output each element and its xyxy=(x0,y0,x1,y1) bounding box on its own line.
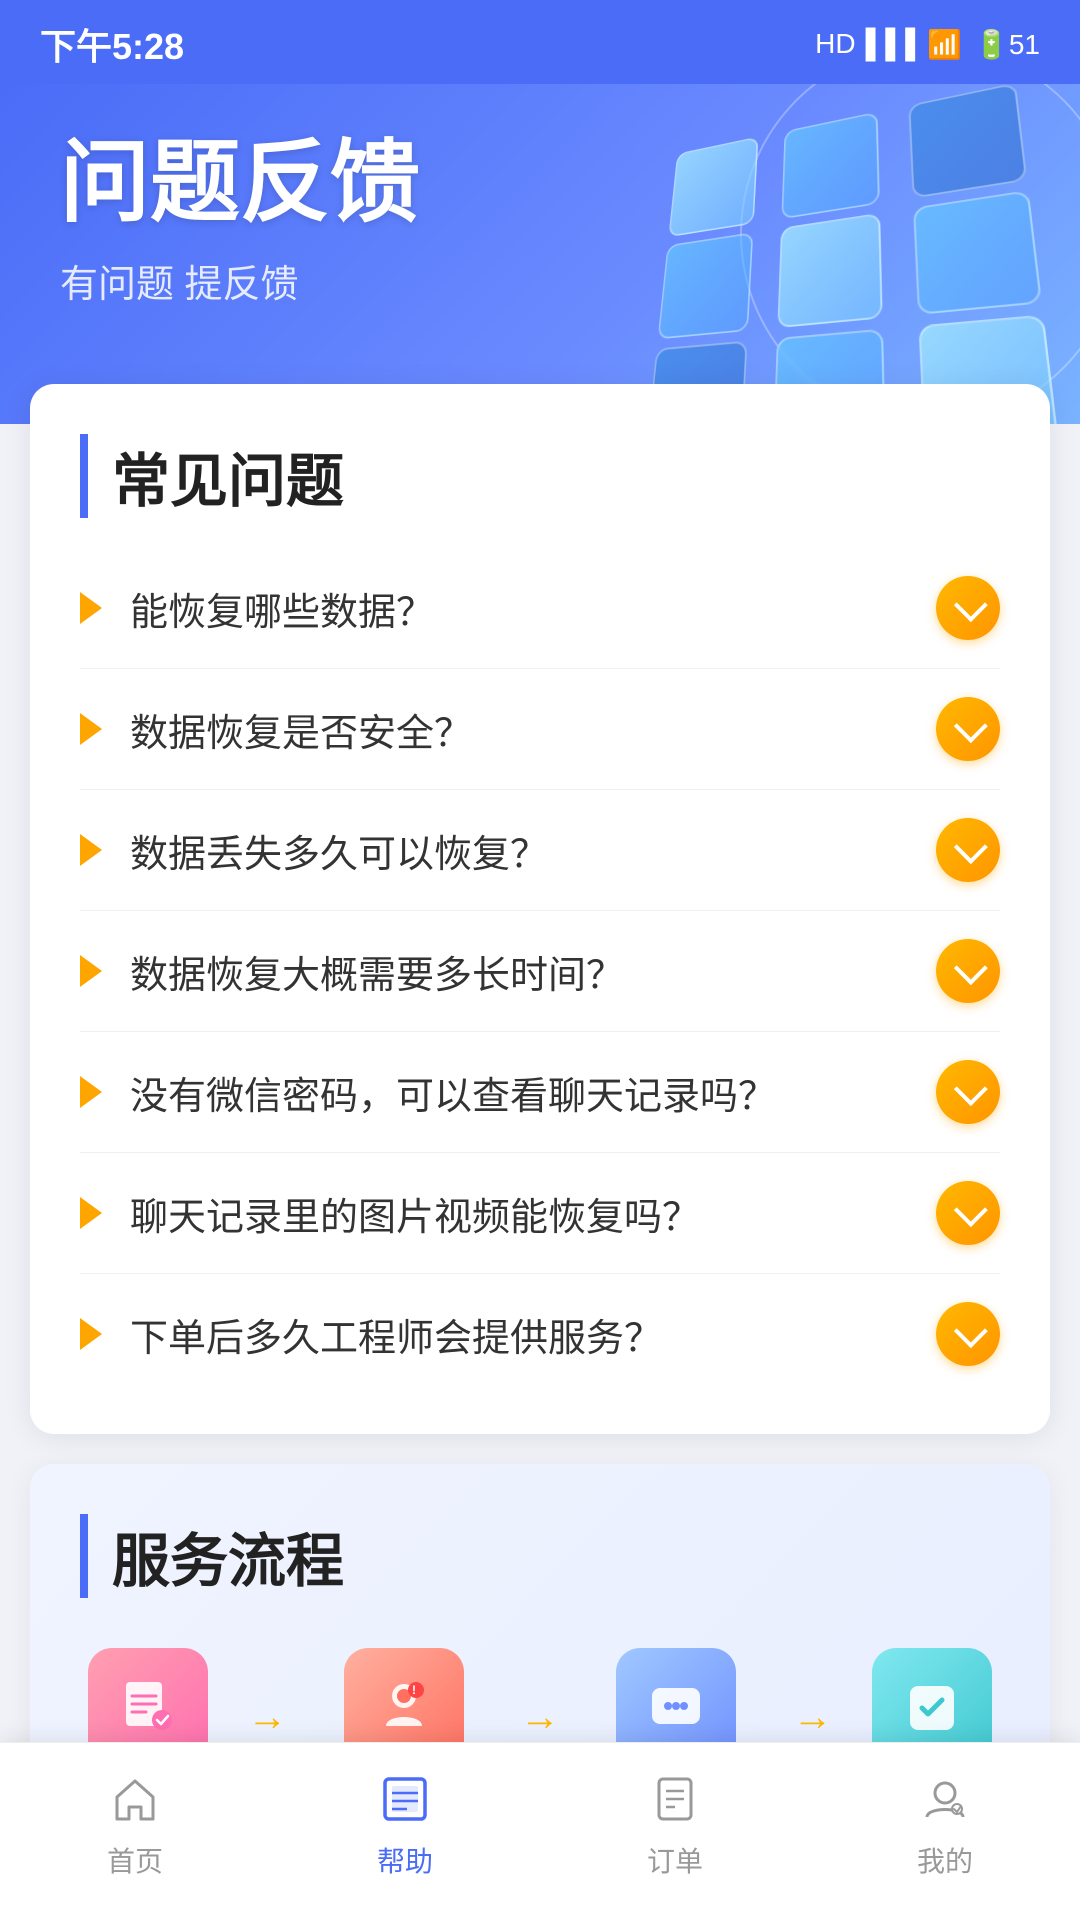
faq-item-3[interactable]: 数据丢失多久可以恢复？ xyxy=(80,790,1000,911)
hero-section: 问题反馈 有问题 提反馈 xyxy=(0,84,1080,424)
home-icon xyxy=(109,1773,161,1830)
step-arrow-2: → xyxy=(520,1695,560,1740)
step-arrow-1: → xyxy=(247,1695,287,1740)
faq-text-3: 数据丢失多久可以恢复？ xyxy=(130,823,548,878)
faq-card: 常见问题 能恢复哪些数据？ 数据恢复是否安全？ 数据丢失多久可以恢复？ xyxy=(30,384,1050,1434)
nav-mine-label: 我的 xyxy=(917,1840,973,1880)
faq-item-4[interactable]: 数据恢复大概需要多长时间？ xyxy=(80,911,1000,1032)
faq-text-7: 下单后多久工程师会提供服务？ xyxy=(130,1307,662,1362)
main-content: 常见问题 能恢复哪些数据？ 数据恢复是否安全？ 数据丢失多久可以恢复？ xyxy=(0,384,1080,1887)
cubes-decoration xyxy=(630,94,1050,414)
step-arrow-3: → xyxy=(793,1695,833,1740)
battery-icon: 🔋51 xyxy=(974,28,1040,61)
svg-text:!: ! xyxy=(412,1683,416,1697)
faq-item-6[interactable]: 聊天记录里的图片视频能恢复吗？ xyxy=(80,1153,1000,1274)
orders-icon xyxy=(649,1773,701,1830)
status-time: 下午5:28 xyxy=(40,18,184,70)
bottom-nav: 首页 帮助 订单 xyxy=(0,1742,1080,1920)
nav-help-label: 帮助 xyxy=(377,1840,433,1880)
faq-text-2: 数据恢复是否安全？ xyxy=(130,702,472,757)
faq-arrow-icon-4 xyxy=(80,955,102,987)
faq-item-7[interactable]: 下单后多久工程师会提供服务？ xyxy=(80,1274,1000,1394)
service-title: 服务流程 xyxy=(80,1514,1000,1598)
faq-chevron-5[interactable] xyxy=(936,1060,1000,1124)
faq-arrow-icon-2 xyxy=(80,713,102,745)
faq-text-1: 能恢复哪些数据？ xyxy=(130,581,434,636)
faq-arrow-icon-6 xyxy=(80,1197,102,1229)
faq-arrow-icon xyxy=(80,592,102,624)
faq-chevron-4[interactable] xyxy=(936,939,1000,1003)
nav-orders-label: 订单 xyxy=(647,1840,703,1880)
faq-chevron-7[interactable] xyxy=(936,1302,1000,1366)
faq-arrow-icon-5 xyxy=(80,1076,102,1108)
faq-item-2[interactable]: 数据恢复是否安全？ xyxy=(80,669,1000,790)
faq-text-5: 没有微信密码，可以查看聊天记录吗？ xyxy=(130,1065,776,1120)
faq-item-5[interactable]: 没有微信密码，可以查看聊天记录吗？ xyxy=(80,1032,1000,1153)
nav-orders[interactable]: 订单 xyxy=(607,1763,743,1890)
nav-mine[interactable]: 我的 xyxy=(877,1763,1013,1890)
faq-chevron-1[interactable] xyxy=(936,576,1000,640)
nav-home-label: 首页 xyxy=(107,1840,163,1880)
faq-arrow-icon-7 xyxy=(80,1318,102,1350)
faq-chevron-6[interactable] xyxy=(936,1181,1000,1245)
help-icon xyxy=(379,1773,431,1830)
faq-text-6: 聊天记录里的图片视频能恢复吗？ xyxy=(130,1186,700,1241)
status-icons: HD▐▐▐ 📶 🔋51 xyxy=(815,28,1040,61)
faq-chevron-3[interactable] xyxy=(936,818,1000,882)
status-bar: 下午5:28 HD▐▐▐ 📶 🔋51 xyxy=(0,0,1080,84)
faq-title: 常见问题 xyxy=(80,434,1000,518)
faq-chevron-2[interactable] xyxy=(936,697,1000,761)
faq-text-4: 数据恢复大概需要多长时间？ xyxy=(130,944,624,999)
nav-home[interactable]: 首页 xyxy=(67,1763,203,1890)
signal-icon: HD▐▐▐ xyxy=(815,28,915,60)
faq-item-1[interactable]: 能恢复哪些数据？ xyxy=(80,548,1000,669)
mine-icon xyxy=(919,1773,971,1830)
wifi-icon: 📶 xyxy=(927,28,962,61)
nav-help[interactable]: 帮助 xyxy=(337,1763,473,1890)
faq-arrow-icon-3 xyxy=(80,834,102,866)
